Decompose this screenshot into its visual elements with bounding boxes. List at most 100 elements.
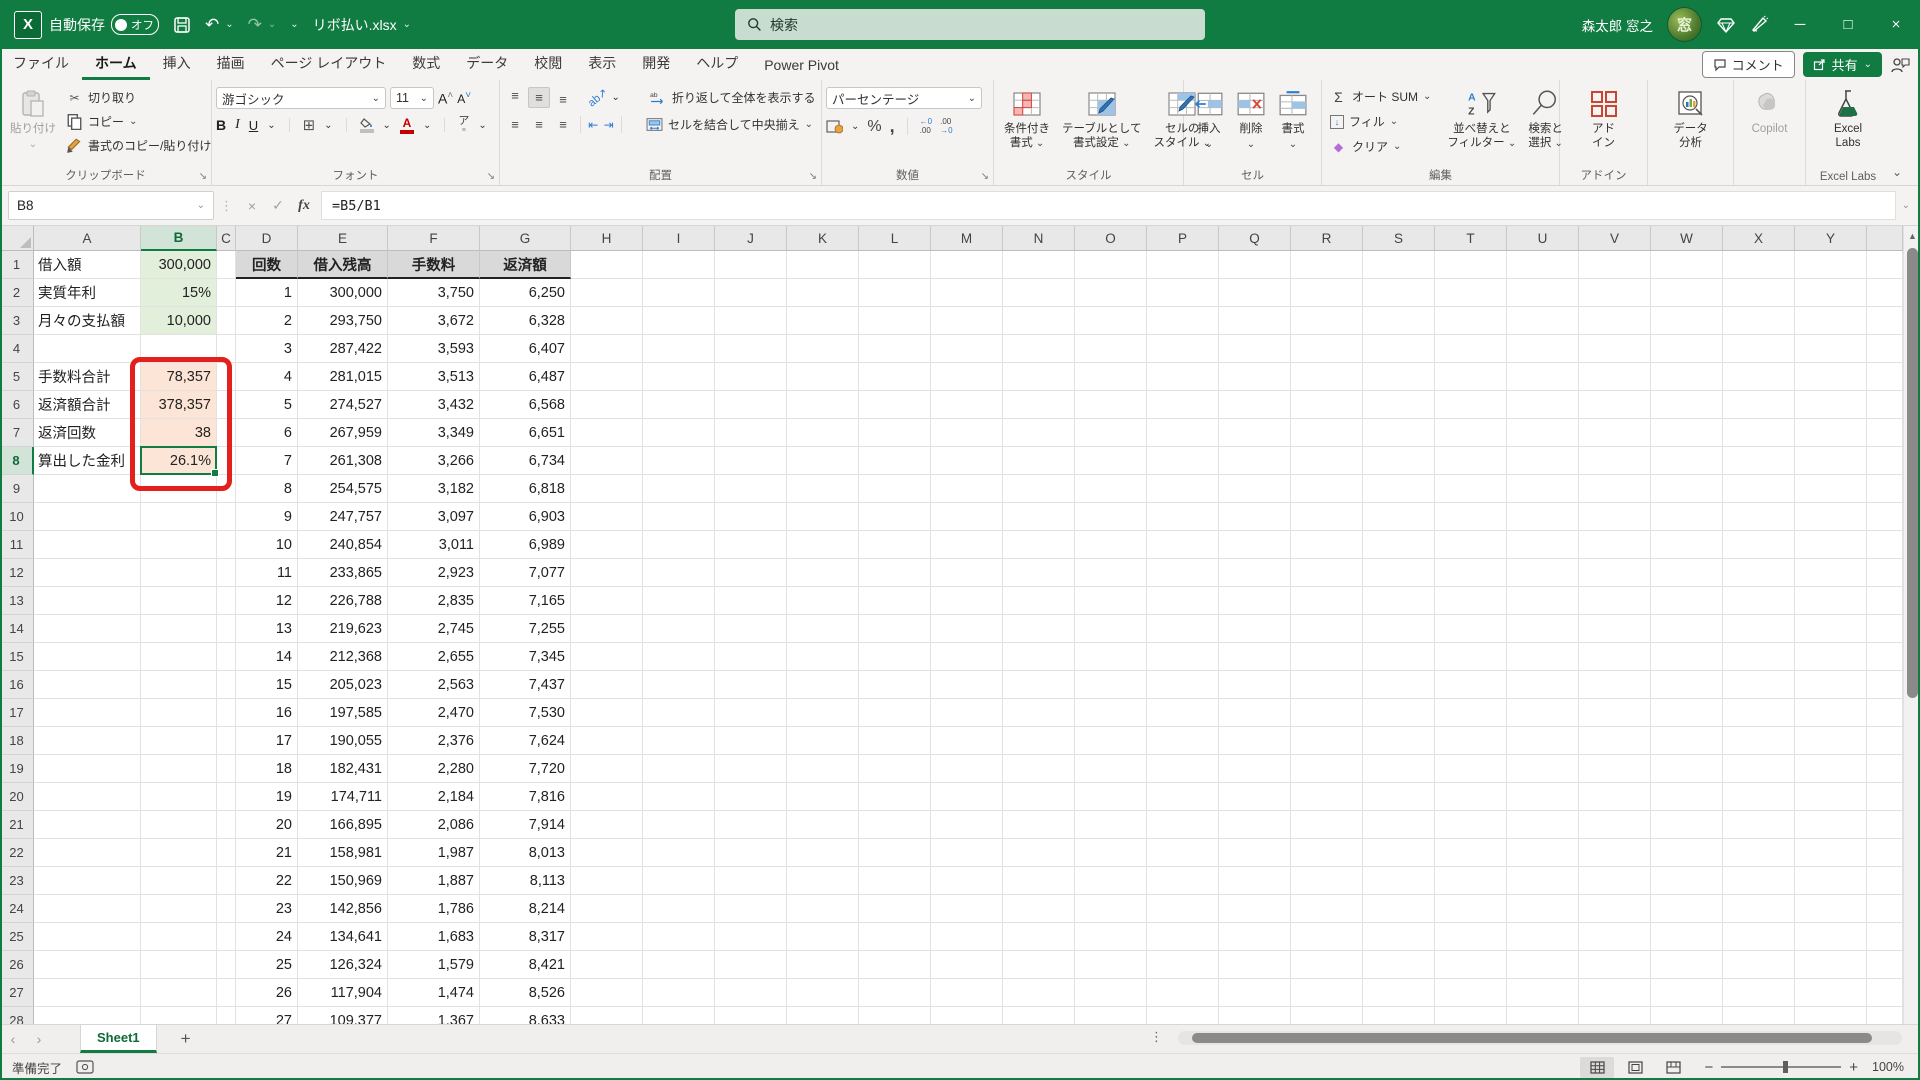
- number-format-select[interactable]: パーセンテージ ⌄: [826, 87, 982, 109]
- cell-P2[interactable]: [1147, 279, 1219, 307]
- cell-X14[interactable]: [1723, 615, 1795, 643]
- cell-F23[interactable]: 1,887: [388, 867, 480, 895]
- cell-I16[interactable]: [643, 671, 715, 699]
- cell-V26[interactable]: [1579, 951, 1651, 979]
- cell-I1[interactable]: [643, 251, 715, 279]
- cell-L18[interactable]: [859, 727, 931, 755]
- cell-Q8[interactable]: [1219, 447, 1291, 475]
- feedback-megaphone-icon[interactable]: [1750, 15, 1770, 35]
- cell-R22[interactable]: [1291, 839, 1363, 867]
- cell-Y22[interactable]: [1795, 839, 1867, 867]
- column-header-M[interactable]: M: [931, 226, 1003, 251]
- column-header-A[interactable]: A: [34, 226, 141, 251]
- paste-button[interactable]: 貼り付け ⌄: [4, 85, 62, 156]
- cell-B1[interactable]: 300,000: [141, 251, 217, 279]
- cell-A8[interactable]: 算出した金利: [34, 447, 141, 475]
- cell-partial23[interactable]: [1867, 867, 1903, 895]
- cell-I25[interactable]: [643, 923, 715, 951]
- row-header-3[interactable]: 3: [0, 307, 34, 335]
- cell-W11[interactable]: [1651, 531, 1723, 559]
- cell-U20[interactable]: [1507, 783, 1579, 811]
- cell-U27[interactable]: [1507, 979, 1579, 1007]
- cell-W8[interactable]: [1651, 447, 1723, 475]
- cell-T24[interactable]: [1435, 895, 1507, 923]
- cell-T18[interactable]: [1435, 727, 1507, 755]
- row-header-9[interactable]: 9: [0, 475, 34, 503]
- underline-button[interactable]: U: [249, 118, 258, 133]
- row-header-19[interactable]: 19: [0, 755, 34, 783]
- cell-G7[interactable]: 6,651: [480, 419, 571, 447]
- cell-H4[interactable]: [571, 335, 643, 363]
- cell-M8[interactable]: [931, 447, 1003, 475]
- horizontal-scrollbar[interactable]: [1178, 1031, 1902, 1045]
- cell-D11[interactable]: 10: [236, 531, 298, 559]
- cell-V13[interactable]: [1579, 587, 1651, 615]
- fill-color-button[interactable]: [359, 117, 374, 133]
- cell-U14[interactable]: [1507, 615, 1579, 643]
- cell-Y27[interactable]: [1795, 979, 1867, 1007]
- cell-L23[interactable]: [859, 867, 931, 895]
- cell-N27[interactable]: [1003, 979, 1075, 1007]
- row-header-18[interactable]: 18: [0, 727, 34, 755]
- cell-X4[interactable]: [1723, 335, 1795, 363]
- cell-K27[interactable]: [787, 979, 859, 1007]
- cell-K25[interactable]: [787, 923, 859, 951]
- cell-Y24[interactable]: [1795, 895, 1867, 923]
- cell-S10[interactable]: [1363, 503, 1435, 531]
- cell-N7[interactable]: [1003, 419, 1075, 447]
- cell-L10[interactable]: [859, 503, 931, 531]
- cell-I15[interactable]: [643, 643, 715, 671]
- cell-J21[interactable]: [715, 811, 787, 839]
- cell-V11[interactable]: [1579, 531, 1651, 559]
- cell-X7[interactable]: [1723, 419, 1795, 447]
- row-header-13[interactable]: 13: [0, 587, 34, 615]
- comments-button[interactable]: コメント: [1701, 51, 1795, 78]
- cell-M16[interactable]: [931, 671, 1003, 699]
- cell-B21[interactable]: [141, 811, 217, 839]
- cell-L2[interactable]: [859, 279, 931, 307]
- cell-Q17[interactable]: [1219, 699, 1291, 727]
- cell-V14[interactable]: [1579, 615, 1651, 643]
- cell-D18[interactable]: 17: [236, 727, 298, 755]
- cell-K14[interactable]: [787, 615, 859, 643]
- cell-X8[interactable]: [1723, 447, 1795, 475]
- expand-formula-bar-chevron[interactable]: ⌄: [1902, 200, 1910, 211]
- cell-N16[interactable]: [1003, 671, 1075, 699]
- cell-A20[interactable]: [34, 783, 141, 811]
- cell-V15[interactable]: [1579, 643, 1651, 671]
- cell-A24[interactable]: [34, 895, 141, 923]
- cell-C11[interactable]: [217, 531, 236, 559]
- cell-W15[interactable]: [1651, 643, 1723, 671]
- column-header-Y[interactable]: Y: [1795, 226, 1867, 251]
- cell-S6[interactable]: [1363, 391, 1435, 419]
- cell-Q28[interactable]: [1219, 1007, 1291, 1024]
- cell-H21[interactable]: [571, 811, 643, 839]
- column-header-G[interactable]: G: [480, 226, 571, 251]
- cell-R3[interactable]: [1291, 307, 1363, 335]
- cell-T8[interactable]: [1435, 447, 1507, 475]
- cell-K21[interactable]: [787, 811, 859, 839]
- column-header-N[interactable]: N: [1003, 226, 1075, 251]
- cell-K26[interactable]: [787, 951, 859, 979]
- cell-O9[interactable]: [1075, 475, 1147, 503]
- cell-R2[interactable]: [1291, 279, 1363, 307]
- cell-H12[interactable]: [571, 559, 643, 587]
- cell-M23[interactable]: [931, 867, 1003, 895]
- cell-R8[interactable]: [1291, 447, 1363, 475]
- cell-T12[interactable]: [1435, 559, 1507, 587]
- cell-R9[interactable]: [1291, 475, 1363, 503]
- cell-G23[interactable]: 8,113: [480, 867, 571, 895]
- cell-M9[interactable]: [931, 475, 1003, 503]
- tab-power-pivot[interactable]: Power Pivot: [751, 52, 852, 80]
- row-header-6[interactable]: 6: [0, 391, 34, 419]
- cell-M2[interactable]: [931, 279, 1003, 307]
- insert-function-button[interactable]: fx: [291, 198, 317, 214]
- undo-caret-icon[interactable]: ⌄: [225, 19, 233, 30]
- cell-X25[interactable]: [1723, 923, 1795, 951]
- cell-Y15[interactable]: [1795, 643, 1867, 671]
- cell-R26[interactable]: [1291, 951, 1363, 979]
- cell-E26[interactable]: 126,324: [298, 951, 388, 979]
- cell-partial13[interactable]: [1867, 587, 1903, 615]
- column-header-F[interactable]: F: [388, 226, 480, 251]
- cell-X15[interactable]: [1723, 643, 1795, 671]
